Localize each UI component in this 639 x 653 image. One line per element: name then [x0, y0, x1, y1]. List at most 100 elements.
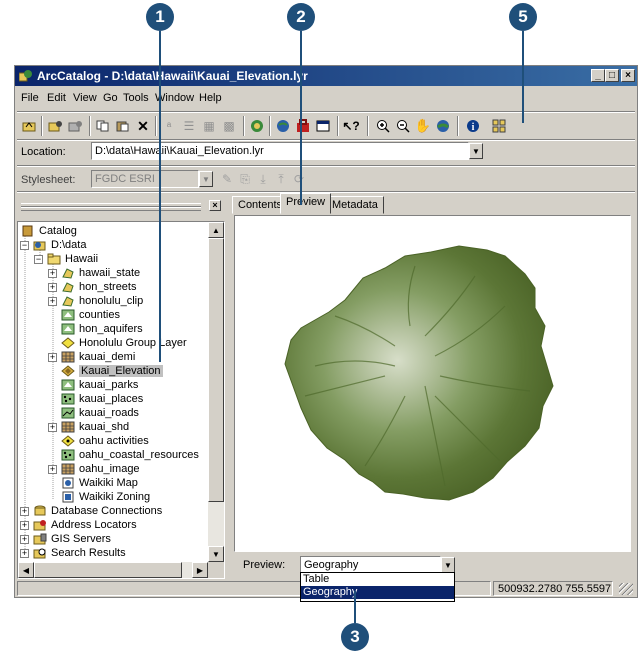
collapse-icon[interactable]: − — [34, 254, 43, 264]
tree-item-catalog[interactable]: Catalog — [20, 224, 77, 238]
coverage-icon — [60, 295, 76, 307]
tree-item-kauai-elevation[interactable]: Kauai_Elevation — [60, 364, 163, 378]
import-metadata-icon[interactable]: ⤓ — [255, 171, 271, 187]
location-dropdown-button[interactable]: ▼ — [469, 143, 483, 159]
tree-item-hawaii-state[interactable]: + hawaii_state — [48, 266, 140, 280]
resize-grip-icon[interactable] — [619, 583, 633, 595]
tree-item-kauai-places[interactable]: kauai_places — [60, 392, 143, 406]
tree-item-hon-streets[interactable]: + hon_streets — [48, 280, 136, 294]
paste-icon[interactable] — [115, 118, 131, 134]
option-geography[interactable]: Geography — [301, 586, 454, 599]
zoom-out-icon[interactable] — [395, 118, 411, 134]
details-icon[interactable]: ▦ — [201, 118, 217, 134]
database-icon — [32, 505, 48, 517]
connect-folder-icon[interactable] — [47, 118, 63, 134]
tree-item-kauai-demi[interactable]: + kauai_demi — [48, 350, 135, 364]
thumbnails-icon[interactable]: ▩ — [221, 118, 237, 134]
stylesheet-dropdown-button[interactable]: ▼ — [199, 171, 213, 187]
scroll-up-icon[interactable]: ▲ — [208, 222, 224, 238]
layer-icon — [60, 365, 76, 377]
generate-thumbnail-icon[interactable] — [491, 118, 507, 134]
whats-this-icon[interactable]: ↖? — [342, 118, 359, 134]
preview-pane[interactable] — [234, 215, 631, 552]
close-button[interactable]: × — [621, 69, 635, 82]
menu-bar: File Edit View Go Tools Window Help — [15, 87, 637, 109]
list-icon[interactable]: ☰ — [181, 118, 197, 134]
tree-item-hon-aquifers[interactable]: hon_aquifers — [60, 322, 143, 336]
export-metadata-icon[interactable]: ⤒ — [273, 171, 289, 187]
full-extent-icon[interactable] — [435, 118, 451, 134]
copy-icon[interactable] — [95, 118, 111, 134]
minimize-button[interactable]: _ — [591, 69, 605, 82]
tree-horizontal-scrollbar[interactable]: ◀ ▶ — [18, 562, 208, 578]
search-globe-icon[interactable] — [275, 118, 291, 134]
create-update-metadata-icon[interactable]: ⟳ — [291, 171, 307, 187]
tree-item-d-data[interactable]: − D:\data — [20, 238, 86, 252]
gis-server-icon — [32, 533, 48, 545]
delete-icon[interactable]: ✕ — [135, 118, 151, 134]
up-one-level-icon[interactable] — [21, 118, 37, 134]
tree-item-kauai-roads[interactable]: kauai_roads — [60, 406, 139, 420]
edit-metadata-icon[interactable]: ✎ — [219, 171, 235, 187]
tree-item-database-connections[interactable]: + Database Connections — [20, 504, 162, 518]
launch-arcmap-icon[interactable] — [249, 118, 265, 134]
shapefile-polygon-icon — [60, 323, 76, 335]
arccatalog-window: ArcCatalog - D:\data\Hawaii\Kauai_Elevat… — [14, 65, 638, 602]
tree-item-waikiki-map[interactable]: Waikiki Map — [60, 476, 138, 490]
tree-item-gis-servers[interactable]: + GIS Servers — [20, 532, 111, 546]
collapse-icon[interactable]: − — [20, 240, 29, 250]
menu-help[interactable]: Help — [199, 92, 222, 104]
menu-edit[interactable]: Edit — [47, 92, 66, 104]
stylesheet-select[interactable]: FGDC ESRI — [91, 170, 199, 188]
tree-item-kauai-parks[interactable]: kauai_parks — [60, 378, 138, 392]
callout-3-line — [354, 591, 356, 623]
callout-2: 2 — [287, 3, 315, 31]
tree-vertical-scrollbar[interactable]: ▲ ▼ — [208, 222, 224, 562]
address-locator-icon — [32, 519, 48, 531]
tree-item-honolulu-clip[interactable]: + honolulu_clip — [48, 294, 143, 308]
catalog-icon — [20, 225, 36, 237]
scroll-thumb[interactable] — [208, 238, 224, 502]
tree-item-counties[interactable]: counties — [60, 308, 120, 322]
tree-item-oahu-activities[interactable]: oahu activities — [60, 434, 149, 448]
identify-icon[interactable]: i — [465, 118, 481, 134]
menu-separator — [17, 111, 635, 113]
location-input[interactable]: D:\data\Hawaii\Kauai_Elevation.lyr — [91, 142, 469, 160]
arctoolbox-icon[interactable] — [295, 118, 311, 134]
command-line-icon[interactable] — [315, 118, 331, 134]
catalog-tree: Catalog − D:\data − Hawaii + hawaii_stat… — [17, 221, 225, 579]
scroll-thumb[interactable] — [34, 562, 182, 578]
tree-item-search-results[interactable]: + Search Results — [20, 546, 126, 560]
preview-dropdown-button[interactable]: ▼ — [441, 557, 455, 573]
shapefile-line-icon — [60, 407, 76, 419]
menu-view[interactable]: View — [73, 92, 97, 104]
svg-text:i: i — [472, 122, 475, 133]
scroll-left-icon[interactable]: ◀ — [18, 562, 34, 578]
shapefile-point-icon — [60, 449, 76, 461]
large-icons-icon[interactable]: ᵃ — [161, 118, 177, 134]
tab-preview[interactable]: Preview — [280, 193, 332, 214]
tree-item-address-locators[interactable]: + Address Locators — [20, 518, 137, 532]
menu-tools[interactable]: Tools — [123, 92, 149, 104]
tree-item-waikiki-zoning[interactable]: Waikiki Zoning — [60, 490, 150, 504]
scroll-right-icon[interactable]: ▶ — [192, 562, 208, 578]
pan-icon[interactable]: ✋ — [415, 118, 431, 134]
menu-go[interactable]: Go — [103, 92, 118, 104]
tree-item-kauai-shd[interactable]: + kauai_shd — [48, 420, 129, 434]
tree-item-honolulu-group-layer[interactable]: Honolulu Group Layer — [60, 336, 187, 350]
callout-2-line — [300, 31, 302, 205]
tree-item-oahu-image[interactable]: + oahu_image — [48, 462, 140, 476]
tree-item-hawaii[interactable]: − Hawaii — [34, 252, 98, 266]
kauai-elevation-map — [284, 245, 554, 501]
shapefile-polygon-icon — [60, 379, 76, 391]
tab-metadata[interactable]: Metadata — [326, 196, 384, 214]
zoom-in-icon[interactable] — [375, 118, 391, 134]
menu-file[interactable]: File — [21, 92, 39, 104]
disconnect-folder-icon[interactable] — [67, 118, 83, 134]
option-table[interactable]: Table — [301, 573, 454, 586]
close-pane-icon[interactable]: × — [209, 200, 221, 211]
scroll-down-icon[interactable]: ▼ — [208, 546, 224, 562]
metadata-properties-icon[interactable]: ⎘ — [237, 171, 253, 187]
maximize-button[interactable]: □ — [605, 69, 619, 82]
tree-item-oahu-coastal-resources[interactable]: oahu_coastal_resources — [60, 448, 199, 462]
